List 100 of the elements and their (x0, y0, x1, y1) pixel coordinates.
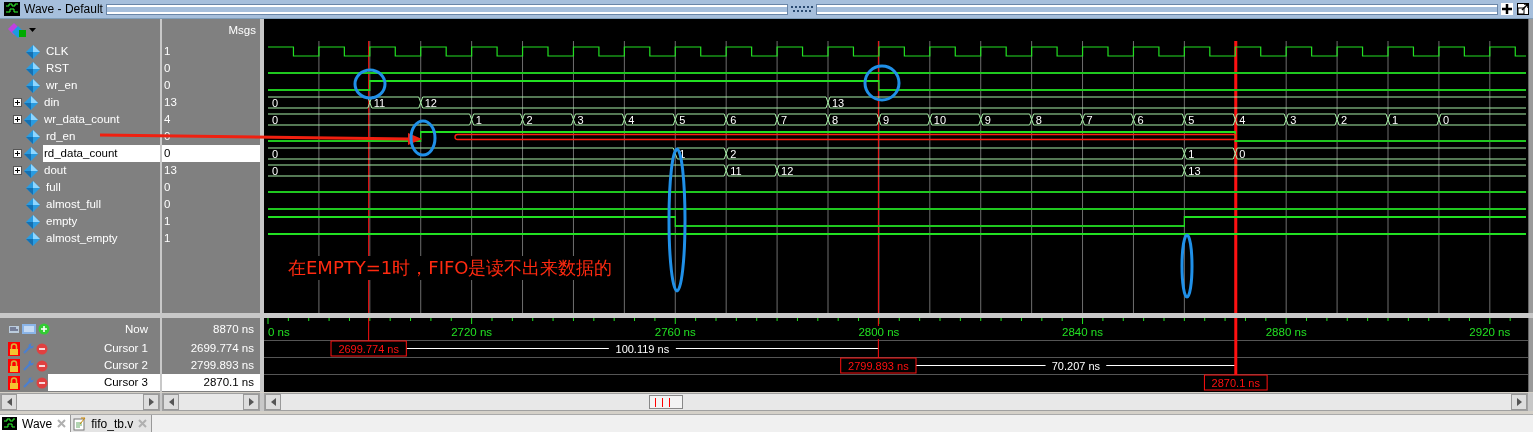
title-bar-stripe[interactable] (106, 4, 787, 14)
wave-window-icon (4, 2, 20, 16)
lock-icon[interactable] (8, 375, 20, 390)
signal-name[interactable]: almost_empty (45, 230, 160, 247)
signal-icon (26, 214, 40, 229)
bus-waveform: 0 11 12 13 (267, 96, 1527, 109)
remove-icon[interactable] (36, 376, 48, 389)
signal-name[interactable]: wr_data_count (43, 111, 160, 128)
signal-name[interactable]: din (43, 94, 160, 111)
scroll-right-icon[interactable] (148, 398, 154, 406)
signal-icon (26, 231, 40, 246)
cursor-name[interactable]: Cursor 2 (48, 357, 160, 374)
axis-label: 2840 ns (1062, 326, 1103, 338)
cursor-line[interactable] (1234, 41, 1238, 313)
signal-value: 0 (163, 78, 172, 93)
signal-name[interactable]: dout (43, 162, 160, 179)
bus-waveform: 0 1 2 3 4 5 6 7 8 9 10 9 8 7 6 5 4 3 2 1 0 (267, 113, 1527, 126)
signal-name[interactable]: RST (45, 60, 160, 77)
scrollbar[interactable] (1528, 318, 1533, 392)
remove-icon[interactable] (36, 342, 48, 355)
now-value: 8870 ns (212, 321, 255, 337)
signal-value: 13 (163, 163, 178, 178)
signal-icon (24, 163, 38, 178)
signal-name[interactable]: full (45, 179, 160, 196)
signal-value: 1 (163, 44, 172, 59)
signal-icon (26, 44, 40, 59)
annotation-ellipse (863, 64, 901, 102)
signal-value: 4 (163, 112, 172, 127)
cursor-line[interactable] (877, 40, 879, 313)
expand-toggle[interactable] (13, 149, 22, 158)
signal-icon (26, 197, 40, 212)
horizontal-scrollbar[interactable] (264, 393, 1528, 411)
annotation-note: 在EMPTY=1时，FIFO是读不出来数据的 (288, 256, 613, 280)
signal-icon (26, 61, 40, 76)
undock-icon[interactable] (1517, 3, 1529, 15)
tab[interactable]: fifo_tb.v (71, 415, 153, 432)
list-icon[interactable] (22, 323, 36, 335)
axis-label: 2880 ns (1265, 326, 1307, 338)
scroll-right-icon[interactable] (1516, 398, 1522, 406)
file-icon (73, 416, 87, 431)
axis-label: 2920 ns (1469, 326, 1511, 338)
cursor-time: 2799.893 ns (189, 358, 255, 373)
annotation-ellipse (1180, 233, 1194, 299)
close-icon[interactable] (57, 419, 67, 428)
cursor-toolbar-icon[interactable] (8, 323, 20, 335)
scroll-left-icon[interactable] (270, 398, 276, 406)
wave-icon (2, 417, 17, 430)
cursor-marker[interactable]: 2870.1 ns (1203, 374, 1268, 391)
signal-name[interactable]: wr_en (45, 77, 160, 94)
signal-icon (26, 129, 40, 144)
title-bar-stripe[interactable] (816, 4, 1497, 14)
signal-value: 0 (163, 197, 172, 212)
signal-value: 1 (163, 231, 172, 246)
signal-icon (24, 146, 38, 161)
scroll-left-icon[interactable] (168, 398, 174, 406)
signal-icon (24, 112, 38, 127)
signal-icon (26, 180, 40, 195)
cursor-line[interactable] (368, 40, 370, 313)
delta-label: 70.207 ns (1051, 359, 1101, 372)
delta-label: 100.119 ns (615, 342, 670, 355)
axis-label: 2760 ns (654, 326, 696, 338)
signal-name[interactable]: almost_full (45, 196, 160, 213)
signal-value: 0 (163, 180, 172, 195)
signal-name[interactable]: rd_data_count (43, 145, 160, 162)
scroll-left-icon[interactable] (6, 398, 12, 406)
cursor-marker[interactable]: 2799.893 ns (840, 357, 917, 374)
expand-toggle[interactable] (13, 98, 22, 107)
lock-icon[interactable] (8, 341, 20, 356)
signal-name[interactable]: CLK (45, 43, 160, 60)
remove-icon[interactable] (36, 359, 48, 372)
annotation-ellipse (409, 119, 437, 157)
horizontal-scrollbar[interactable] (0, 393, 160, 411)
lock-icon[interactable] (8, 358, 20, 373)
axis-label: 2800 ns (858, 326, 900, 338)
cursor-name[interactable]: Cursor 3 (48, 374, 160, 391)
scrollbar[interactable] (1528, 19, 1533, 313)
signal-name[interactable]: rd_en (45, 128, 160, 145)
expand-toggle[interactable] (13, 115, 22, 124)
cursor-marker[interactable]: 2699.774 ns (330, 340, 407, 357)
annotation-ellipse (353, 68, 387, 100)
caret-icon[interactable] (29, 28, 36, 32)
signal-value: 0 (162, 145, 260, 162)
cursor-time: 2870.1 ns (162, 374, 260, 391)
signal-icon (24, 95, 38, 110)
plus-icon[interactable] (1501, 3, 1513, 15)
horizontal-scrollbar[interactable] (162, 393, 260, 411)
column-header: Msgs (228, 24, 256, 36)
cursor-time: 2699.774 ns (189, 341, 255, 356)
add-cursor-icon[interactable] (38, 323, 50, 335)
tab[interactable]: Wave (0, 415, 72, 432)
grip-icon[interactable] (790, 6, 813, 12)
window-title: Wave - Default (24, 2, 103, 16)
scroll-right-icon[interactable] (248, 398, 254, 406)
scrollbar-thumb[interactable] (649, 395, 683, 409)
cursor-name[interactable]: Cursor 1 (48, 340, 160, 357)
bus-waveform: 0 11 12 13 (267, 164, 1527, 177)
signal-value: 1 (163, 214, 172, 229)
signal-value: 0 (163, 61, 172, 76)
expand-toggle[interactable] (13, 166, 22, 175)
signal-name[interactable]: empty (45, 213, 160, 230)
